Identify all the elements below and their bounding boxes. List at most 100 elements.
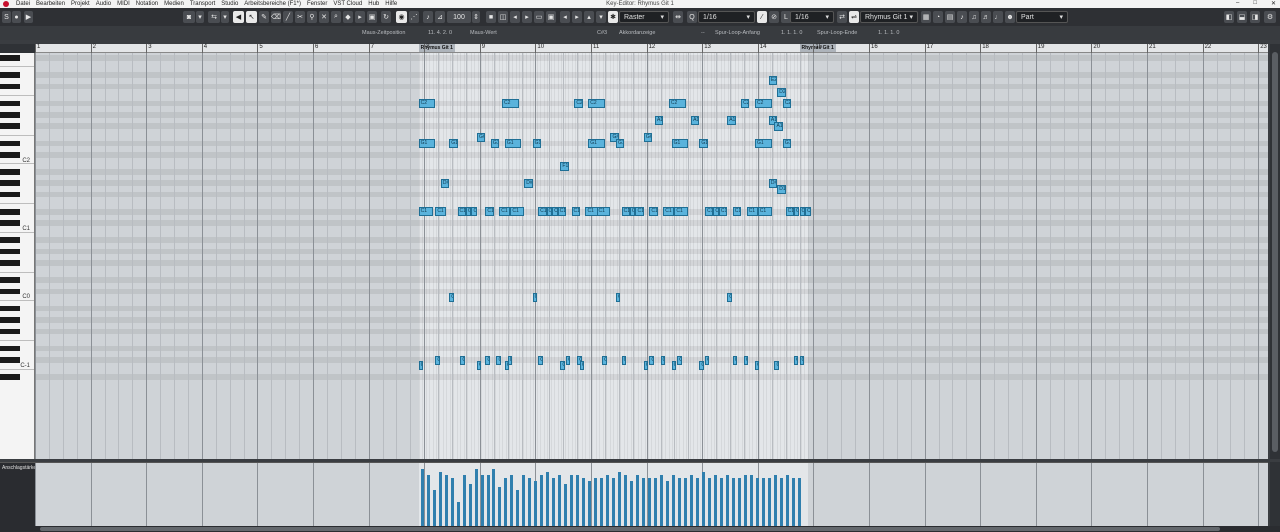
menu-item[interactable]: Notation	[133, 1, 161, 7]
velocity-bar[interactable]	[684, 478, 688, 526]
midi-note[interactable]: C1	[571, 207, 580, 217]
chord-edit-icon[interactable]: ♬	[981, 11, 991, 23]
midi-note[interactable]: C	[774, 361, 779, 371]
midi-note[interactable]: G1	[755, 139, 772, 148]
midi-note[interactable]: A1	[774, 121, 783, 131]
velocity-bar[interactable]	[438, 472, 442, 526]
black-key[interactable]	[0, 191, 20, 198]
midi-note[interactable]: D#1	[440, 178, 450, 188]
midi-note[interactable]: C1	[596, 207, 611, 217]
midi-note[interactable]: G1	[699, 139, 708, 148]
midi-note[interactable]: C1	[418, 207, 433, 217]
velocity-bar[interactable]	[588, 481, 592, 526]
midi-note[interactable]: C	[649, 355, 654, 365]
speaker-icon[interactable]: ◀	[233, 11, 244, 23]
midi-note[interactable]: C1	[785, 207, 794, 217]
midi-note[interactable]: C1	[499, 207, 511, 217]
velocity-bar[interactable]	[690, 475, 694, 526]
midi-note[interactable]: C2	[741, 99, 750, 109]
velocity-bar[interactable]	[444, 475, 448, 526]
midi-note[interactable]: C1	[557, 207, 566, 217]
velocity-bar[interactable]	[696, 478, 700, 526]
midi-note[interactable]: A1	[727, 116, 736, 126]
midi-note[interactable]: G1	[588, 139, 605, 148]
arrow-down-icon[interactable]: ▾	[596, 11, 606, 23]
menu-item[interactable]: Bearbeiten	[33, 1, 68, 7]
midi-note[interactable]: C1	[649, 207, 658, 217]
velocity-bar[interactable]	[498, 487, 502, 526]
triplet-icon[interactable]: ⁄	[757, 11, 767, 23]
velocity-bar[interactable]	[576, 475, 580, 526]
midi-note[interactable]: C1	[805, 207, 811, 217]
black-key[interactable]	[0, 305, 20, 312]
record-icon[interactable]: ●	[12, 11, 21, 23]
arrow-tool-icon[interactable]: ↖	[246, 11, 257, 23]
midi-note[interactable]: C	[732, 355, 738, 365]
play-tool-icon[interactable]: ▸	[355, 11, 365, 23]
velocity-bar[interactable]	[462, 475, 466, 526]
pitch-icon[interactable]: ♪	[957, 11, 967, 23]
midi-note[interactable]: C	[743, 355, 749, 365]
menu-item[interactable]: MIDI	[114, 1, 133, 7]
velocity-bar[interactable]	[731, 478, 735, 526]
pencil-tool-icon[interactable]: ✎	[259, 11, 269, 23]
velocity-bar[interactable]	[468, 484, 472, 526]
velocity-lane-header[interactable]: Anschlagstärke	[0, 462, 36, 526]
velocity-bar[interactable]	[678, 478, 682, 526]
link-icon[interactable]: ⇄	[837, 11, 847, 23]
velocity-bar[interactable]	[612, 478, 616, 526]
black-key[interactable]	[0, 72, 20, 78]
midi-note[interactable]: C1	[635, 207, 644, 217]
midi-note[interactable]: C	[602, 355, 607, 365]
black-key[interactable]	[0, 277, 20, 283]
midi-note[interactable]: C	[477, 361, 482, 371]
black-key[interactable]	[0, 140, 20, 147]
midi-note[interactable]: C	[699, 361, 704, 371]
part-icon[interactable]: ☻	[1005, 11, 1015, 23]
midi-note[interactable]: C2	[418, 99, 436, 109]
color-icon[interactable]: ▣	[546, 11, 556, 23]
midi-note[interactable]: C	[616, 292, 621, 302]
zoom-tool-icon[interactable]: ⌕	[331, 11, 341, 23]
scrollbar-thumb[interactable]	[1272, 52, 1278, 452]
midi-note[interactable]: G#1	[477, 133, 486, 143]
midi-note[interactable]: C	[799, 355, 804, 365]
midi-note[interactable]: C	[435, 355, 440, 365]
midi-note[interactable]: G1	[418, 139, 436, 148]
velocity-bar[interactable]	[636, 475, 640, 526]
iterative-quantize-icon[interactable]: ⊘	[769, 11, 779, 23]
velocity-bar[interactable]	[666, 481, 670, 526]
loop-end-value[interactable]: 1. 1. 1. 0	[878, 30, 899, 36]
midi-note[interactable]: D#1	[768, 178, 778, 188]
velocity-bar[interactable]	[474, 469, 478, 526]
eraser-tool-icon[interactable]: ⌫	[271, 11, 281, 23]
black-key[interactable]	[0, 260, 20, 266]
velocity-bar[interactable]	[516, 490, 520, 526]
menu-item[interactable]: Audio	[93, 1, 114, 7]
chevron-down-icon[interactable]: ▾	[221, 11, 229, 23]
menu-item[interactable]: Hub	[365, 1, 382, 7]
black-key[interactable]	[0, 345, 20, 352]
midi-note[interactable]: C1	[718, 207, 728, 217]
black-key[interactable]	[0, 100, 20, 107]
velocity-bar[interactable]	[624, 475, 628, 526]
maximize-icon[interactable]: □	[1253, 0, 1257, 7]
midi-note[interactable]: C	[560, 361, 565, 371]
merge-icon[interactable]: ▸	[522, 11, 532, 23]
midi-note[interactable]: C	[460, 355, 465, 365]
snapshot-icon[interactable]: ◙	[183, 11, 195, 23]
velocity-bar[interactable]	[749, 475, 753, 526]
velocity-bar[interactable]	[660, 475, 664, 526]
arrow-left-icon[interactable]: ◂	[560, 11, 570, 23]
midi-note[interactable]: C1	[757, 207, 772, 217]
midi-note[interactable]: C2	[668, 99, 686, 109]
part-scope-select[interactable]: Part ▾	[1016, 11, 1068, 23]
menu-item[interactable]: Arbeitsbereiche (F1*)	[241, 1, 304, 7]
velocity-bar[interactable]	[648, 478, 652, 526]
velocity-bar[interactable]	[737, 478, 741, 526]
arrow-up-icon[interactable]: ▴	[584, 11, 594, 23]
velocity-bar[interactable]	[743, 475, 747, 526]
midi-note[interactable]: C2	[755, 99, 772, 109]
velocity-bar[interactable]	[785, 475, 789, 526]
black-key[interactable]	[0, 180, 20, 187]
